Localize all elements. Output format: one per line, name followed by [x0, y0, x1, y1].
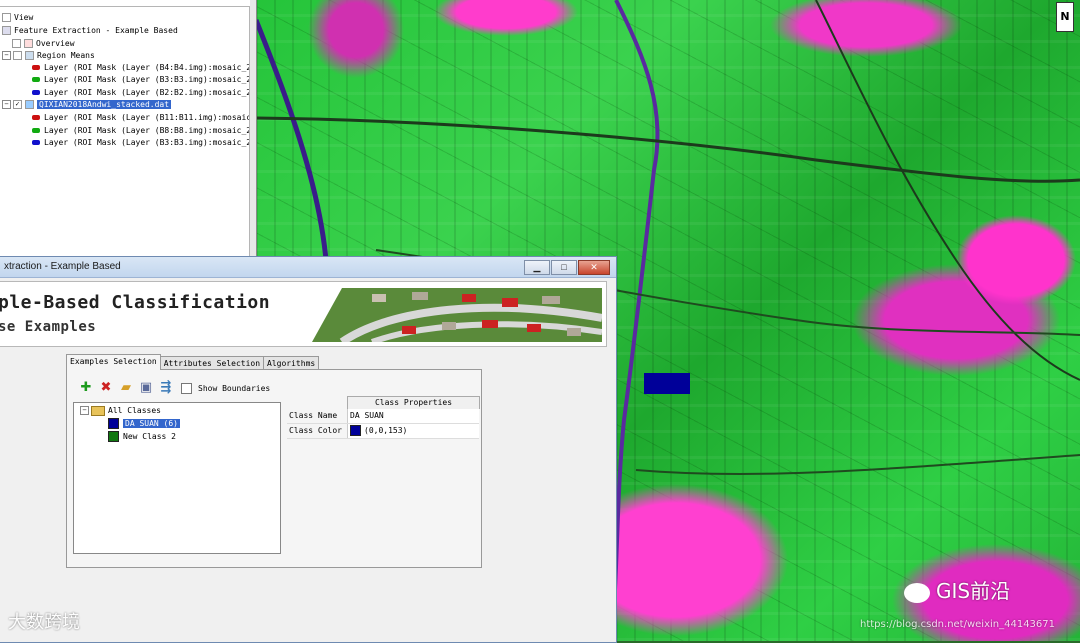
minimize-button[interactable]: ▁ [524, 260, 550, 275]
river-line [609, 0, 660, 641]
collapse-icon[interactable]: − [2, 100, 11, 109]
class-item-new-class-2[interactable]: New Class 2 [108, 431, 176, 443]
banner-title: ple-Based Classification [0, 292, 271, 313]
watermark-url: https://blog.csdn.net/weixin_44143671 [860, 619, 1056, 630]
north-arrow-icon: N [1056, 2, 1074, 32]
layer-green-icon [32, 77, 40, 82]
tree-item-layer[interactable]: Layer (ROI Mask (Layer (B8:B8.img):mosai… [32, 125, 249, 137]
tree-item-qixian-raster[interactable]: − ✓ QIXIAN2018Andwi_stacked.dat [2, 99, 172, 111]
example-based-dialog: xtraction - Example Based ▁ □ ✕ ple-Base… [0, 256, 617, 643]
checkbox-checked-icon[interactable]: ✓ [13, 100, 22, 109]
road-line [815, 0, 1080, 381]
layer-red-icon [32, 65, 40, 70]
tab-container: Examples Selection Attributes Selection … [66, 354, 482, 568]
layer-tree: View Feature Extraction - Example Based … [0, 6, 250, 258]
class-color-swatch [108, 431, 119, 442]
tree-item-overview[interactable]: Overview [12, 38, 75, 50]
class-item-da-suan[interactable]: DA SUAN (6) [108, 418, 180, 430]
maximize-button[interactable]: □ [551, 260, 577, 275]
open-folder-icon[interactable]: ▰ [119, 381, 133, 395]
property-label: Class Name [287, 409, 348, 423]
collapse-icon[interactable]: − [2, 51, 11, 60]
property-row-class-color: Class Color (0,0,153) [287, 424, 479, 439]
wechat-icon [904, 582, 930, 603]
examples-selection-panel: ✚ ✖ ▰ ▣ ⇶ Show Boundaries − All Classes D… [66, 369, 482, 568]
examples-toolbar: ✚ ✖ ▰ ▣ ⇶ Show Boundaries [79, 380, 271, 396]
tree-item-layer[interactable]: Layer (ROI Mask (Layer (B4:B4.img):mosai… [32, 62, 249, 74]
banner-subtitle: se Examples [0, 319, 97, 335]
road-line [256, 116, 1080, 183]
tree-item-all-classes[interactable]: − All Classes [80, 405, 161, 417]
tree-item-view[interactable]: View [2, 12, 33, 24]
watermark-left: 大数跨境 [8, 612, 80, 633]
tree-item-layer[interactable]: Layer (ROI Mask (Layer (B3:B3.img):mosai… [32, 74, 249, 86]
feature-icon [2, 26, 11, 35]
field-boundary [635, 454, 1080, 476]
property-row-class-name: Class Name DA SUAN [287, 409, 479, 424]
layer-blue-icon [32, 140, 40, 145]
wizard-banner: ple-Based Classification se Examples [0, 281, 607, 347]
class-properties-header: Class Properties [347, 396, 480, 409]
delete-class-icon[interactable]: ✖ [99, 381, 113, 395]
tree-item-layer[interactable]: Layer (ROI Mask (Layer (B3:B3.img):mosai… [32, 137, 249, 149]
layer-green-icon [32, 128, 40, 133]
folder-icon [91, 405, 105, 416]
tree-item-layer[interactable]: Layer (ROI Mask (Layer (B11:B11.img):mos… [32, 112, 249, 124]
add-class-icon[interactable]: ✚ [79, 381, 93, 395]
tab-examples-selection[interactable]: Examples Selection [66, 354, 161, 370]
checkbox-icon[interactable] [13, 51, 22, 60]
class-properties: Class Properties Class Name DA SUAN Clas… [287, 396, 480, 439]
watermark-right: GIS前沿 [904, 575, 1010, 604]
tree-item-feature-extraction[interactable]: Feature Extraction - Example Based [2, 25, 178, 37]
banner-illustration [312, 288, 602, 342]
import-icon[interactable]: ⇶ [159, 381, 173, 395]
layer-blue-icon [32, 90, 40, 95]
layer-red-icon [32, 115, 40, 120]
overview-icon [24, 39, 33, 48]
class-color-swatch [350, 425, 361, 436]
region-icon [25, 51, 34, 60]
close-button[interactable]: ✕ [578, 260, 610, 275]
save-icon[interactable]: ▣ [139, 381, 153, 395]
tab-attributes-selection[interactable]: Attributes Selection [159, 356, 265, 370]
raster-icon [25, 100, 34, 109]
collapse-icon[interactable]: − [80, 406, 89, 415]
class-color-swatch [108, 418, 119, 429]
tree-item-region-means[interactable]: − Region Means [2, 50, 95, 62]
dialog-titlebar[interactable]: xtraction - Example Based ▁ □ ✕ [0, 257, 616, 278]
property-label: Class Color [287, 424, 348, 438]
roi-example-region [644, 373, 690, 394]
dialog-title: xtraction - Example Based [4, 261, 121, 272]
class-tree: − All Classes DA SUAN (6) New Class 2 [73, 402, 281, 554]
checkbox-icon[interactable] [12, 39, 21, 48]
layer-manager-panel: View Feature Extraction - Example Based … [0, 0, 257, 258]
class-color-field[interactable]: (0,0,153) [348, 424, 479, 438]
show-boundaries-checkbox[interactable] [181, 382, 192, 394]
show-boundaries-label: Show Boundaries [198, 383, 271, 393]
view-icon [2, 13, 11, 22]
class-name-field[interactable]: DA SUAN [348, 409, 479, 423]
tab-algorithms[interactable]: Algorithms [263, 356, 320, 370]
layer-panel-scrollbar[interactable] [250, 0, 256, 258]
tree-item-layer[interactable]: Layer (ROI Mask (Layer (B2:B2.img):mosai… [32, 87, 249, 99]
